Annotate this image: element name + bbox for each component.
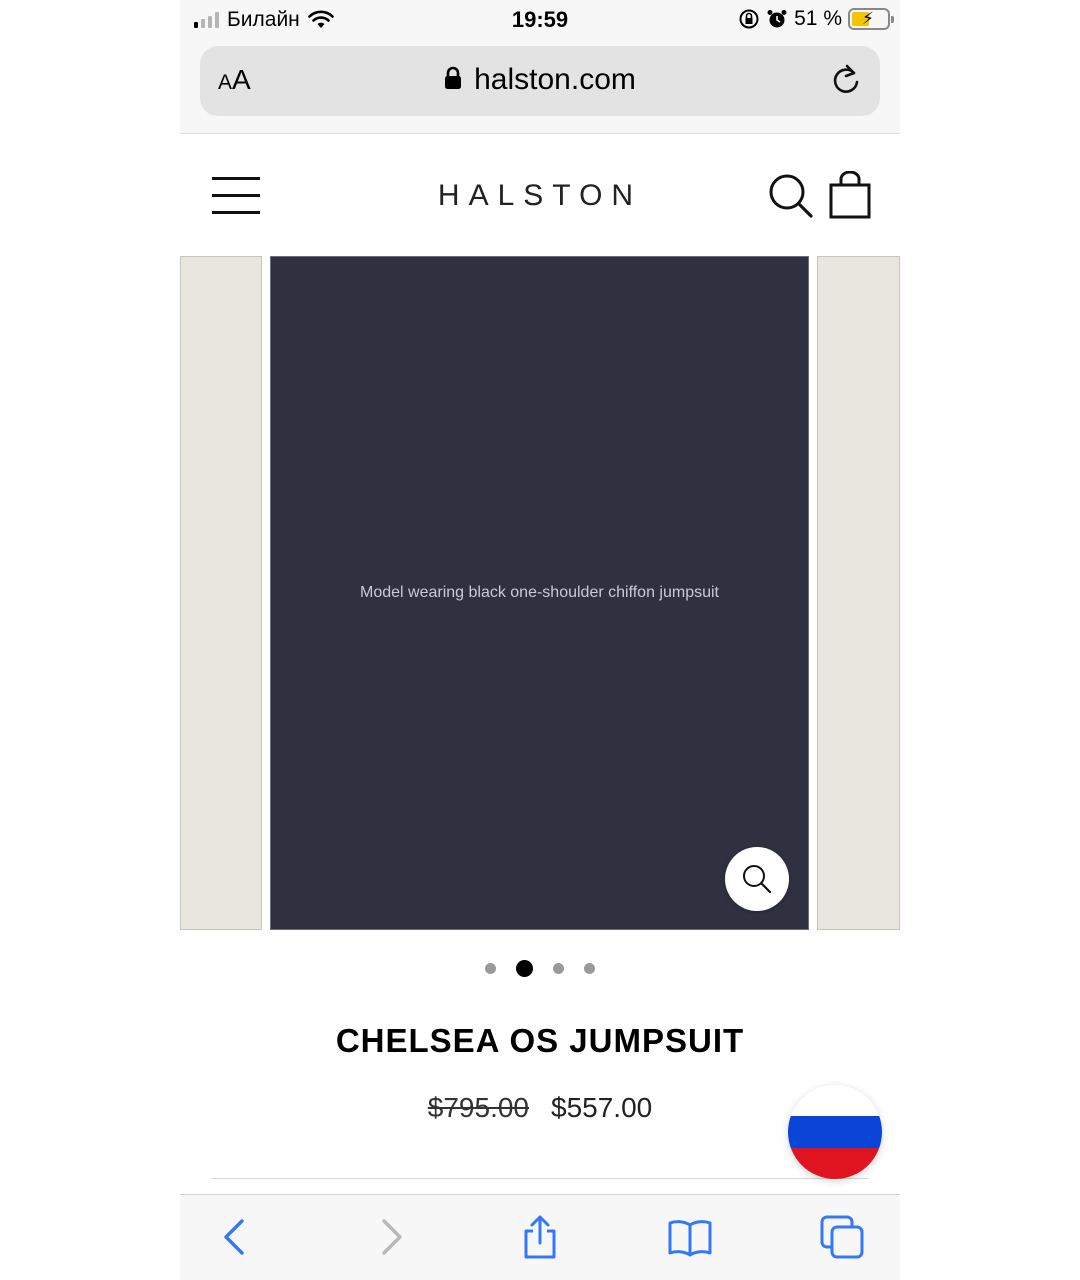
search-icon[interactable] — [768, 173, 814, 219]
original-price: $795.00 — [427, 1092, 529, 1123]
browser-address-area: AA halston.com — [180, 42, 900, 134]
bag-icon[interactable] — [828, 171, 872, 219]
share-icon — [524, 1215, 556, 1259]
status-bar: Билайн 19:59 51 % ⚡ — [180, 0, 900, 42]
flag-stripe-white — [788, 1085, 882, 1117]
sale-price: $557.00 — [551, 1092, 653, 1123]
prev-image-peek[interactable] — [180, 256, 262, 930]
gallery-pagination — [180, 960, 900, 977]
alarm-icon — [767, 10, 787, 28]
product-image[interactable]: Model wearing black one-shoulder chiffon… — [270, 256, 809, 930]
site-header: HALSTON — [180, 135, 900, 255]
share-button[interactable] — [516, 1213, 564, 1261]
tabs-button[interactable] — [818, 1213, 866, 1261]
country-flag-button[interactable] — [788, 1085, 882, 1179]
url-field[interactable]: halston.com — [200, 63, 880, 97]
zoom-icon — [743, 865, 772, 894]
divider — [212, 1178, 868, 1179]
phone-screen: Билайн 19:59 51 % ⚡ AA halston.com HALST… — [180, 0, 900, 1280]
tabs-icon — [820, 1215, 864, 1259]
bookmarks-icon — [668, 1220, 712, 1257]
bookmarks-button[interactable] — [666, 1213, 714, 1261]
pagination-dot[interactable] — [516, 960, 533, 977]
next-image-peek[interactable] — [817, 256, 900, 930]
address-bar[interactable]: AA halston.com — [200, 46, 880, 116]
battery-icon: ⚡ — [848, 8, 894, 30]
zoom-button[interactable] — [725, 847, 789, 911]
url-text: halston.com — [474, 63, 636, 96]
browser-toolbar — [180, 1194, 900, 1280]
back-icon — [224, 1219, 244, 1255]
orientation-lock-icon — [739, 9, 759, 29]
reload-icon[interactable] — [828, 62, 864, 98]
forward-icon — [382, 1219, 402, 1255]
battery-percent: 51 % — [794, 7, 842, 30]
pagination-dot[interactable] — [485, 963, 496, 974]
flag-stripe-blue — [788, 1116, 882, 1148]
pagination-dot[interactable] — [584, 963, 595, 974]
back-button[interactable] — [212, 1213, 260, 1261]
flag-stripe-red — [788, 1147, 882, 1179]
lock-icon — [445, 66, 462, 89]
pagination-dot[interactable] — [553, 963, 564, 974]
product-title: CHELSEA OS JUMPSUIT — [335, 1022, 745, 1059]
product-gallery[interactable]: Model wearing black one-shoulder chiffon… — [180, 256, 900, 930]
forward-button[interactable] — [366, 1213, 414, 1261]
